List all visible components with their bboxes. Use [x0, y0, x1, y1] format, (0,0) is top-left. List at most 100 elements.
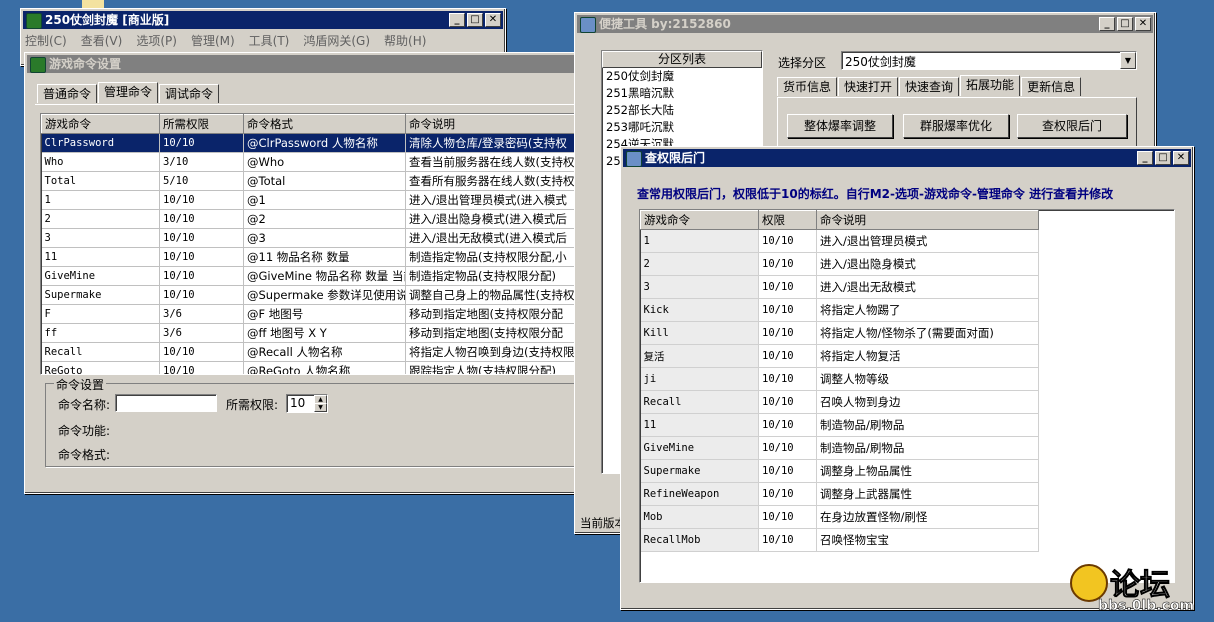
list-item[interactable]: 253哪吒沉默 — [606, 119, 762, 136]
table-row[interactable]: GiveMine 10/10 制造物品/刷物品 — [640, 436, 1039, 460]
table-row[interactable]: Kill 10/10 将指定人物/怪物杀了(需要面对面) — [640, 321, 1039, 345]
table-row[interactable]: 3 10/10 进入/退出无敌模式 — [640, 275, 1039, 299]
table-row[interactable]: ClrPassword 10/10 @ClrPassword 人物名称 清除人物仓库/… — [41, 133, 581, 153]
maximize-button[interactable]: □ — [467, 13, 483, 27]
table-cell: 10/10 — [758, 298, 817, 322]
menu-item[interactable]: 选项(P) — [136, 31, 177, 51]
table-cell: Total — [41, 171, 160, 191]
table-cell: Supermake — [640, 459, 759, 483]
menu-item[interactable]: 控制(C) — [25, 31, 67, 51]
table-row[interactable]: 2 10/10 进入/退出隐身模式 — [640, 252, 1039, 276]
table-cell: 进入/退出隐身模式 — [816, 252, 1039, 276]
chevron-down-icon[interactable]: ▼ — [1120, 52, 1136, 69]
list-item[interactable]: 250仗剑封魔 — [606, 68, 762, 85]
minimize-button[interactable]: _ — [449, 13, 465, 27]
table-row[interactable]: Kick 10/10 将指定人物踢了 — [640, 298, 1039, 322]
perm-minimize-button[interactable]: _ — [1137, 151, 1153, 165]
command-name-input[interactable] — [115, 394, 217, 412]
table-row[interactable]: 1 10/10 @1 进入/退出管理员模式(进入模式 — [41, 190, 581, 210]
tab-tool[interactable]: 快速查询 — [899, 77, 960, 96]
table-row[interactable]: ReGoto 10/10 @ReGoto 人物名称 跟踪指定人物(支持权限分配) — [41, 361, 581, 374]
perm-maximize-button[interactable]: □ — [1155, 151, 1171, 165]
column-header[interactable]: 游戏命令 — [640, 210, 759, 230]
partition-select[interactable]: 250仗剑封魔 ▼ — [841, 51, 1137, 70]
tool-close-button[interactable]: ✕ — [1135, 17, 1151, 31]
table-cell: 10/10 — [758, 275, 817, 299]
table-cell: Mob — [640, 505, 759, 529]
table-row[interactable]: 3 10/10 @3 进入/退出无敌模式(进入模式后 — [41, 228, 581, 248]
table-cell: 11 — [41, 247, 160, 267]
column-header[interactable]: 所需权限 — [159, 114, 244, 134]
table-row[interactable]: ji 10/10 调整人物等级 — [640, 367, 1039, 391]
permission-backdoor-window: 查权限后门 _ □ ✕ 查常用权限后门，权限低于10的标红。自行M2-选项-游戏… — [620, 146, 1194, 610]
table-cell: 10/10 — [758, 367, 817, 391]
table-row[interactable]: Supermake 10/10 @Supermake 参数详见使用说明 调整自己身上的… — [41, 285, 581, 305]
menu-item[interactable]: 鸿盾网关(G) — [303, 31, 370, 51]
table-row[interactable]: GiveMine 10/10 @GiveMine 物品名称 数量 当前 制造指定物品(… — [41, 266, 581, 286]
table-cell: 10/10 — [758, 390, 817, 414]
tab-command[interactable]: 管理命令 — [98, 82, 159, 103]
logo-badge-icon — [1070, 564, 1108, 602]
tool-window-titlebar[interactable]: 便捷工具 by:2152860 _ □ ✕ — [577, 15, 1153, 33]
table-cell: 3 — [640, 275, 759, 299]
table-cell: 10/10 — [159, 361, 244, 374]
menu-item[interactable]: 帮助(H) — [384, 31, 426, 51]
tool-maximize-button[interactable]: □ — [1117, 17, 1133, 31]
table-row[interactable]: F 3/6 @F 地图号 移动到指定地图(支持权限分配 — [41, 304, 581, 324]
tab-tool[interactable]: 拓展功能 — [960, 75, 1021, 96]
list-item[interactable]: 252部长大陆 — [606, 102, 762, 119]
menu-item[interactable]: 查看(V) — [81, 31, 123, 51]
check-permission-backdoor-button[interactable]: 查权限后门 — [1017, 114, 1127, 138]
tab-command[interactable]: 调试命令 — [159, 84, 220, 103]
watermark-logo: 论坛 bbs.0lb.com — [1068, 558, 1208, 618]
table-cell: @ff 地图号 X Y — [243, 323, 406, 343]
table-row[interactable]: 11 10/10 制造物品/刷物品 — [640, 413, 1039, 437]
table-row[interactable]: RecallMob 10/10 召唤怪物宝宝 — [640, 528, 1039, 552]
table-cell: @11 物品名称 数量 — [243, 247, 406, 267]
table-row[interactable]: 11 10/10 @11 物品名称 数量 制造指定物品(支持权限分配,小 — [41, 247, 581, 267]
column-header[interactable]: 游戏命令 — [41, 114, 160, 134]
tab-tool[interactable]: 快速打开 — [838, 77, 899, 96]
spin-down-icon[interactable]: ▼ — [314, 403, 327, 412]
table-row[interactable]: 2 10/10 @2 进入/退出隐身模式(进入模式后 — [41, 209, 581, 229]
column-header[interactable]: 命令说明 — [816, 210, 1039, 230]
table-row[interactable]: ff 3/6 @ff 地图号 X Y 移动到指定地图(支持权限分配 — [41, 323, 581, 343]
column-header[interactable]: 命令格式 — [243, 114, 406, 134]
table-cell: @Who — [243, 152, 406, 172]
main-window-titlebar[interactable]: 250仗剑封魔 [商业版] _ □ ✕ — [23, 11, 503, 29]
partition-list-header[interactable]: 分区列表 — [602, 51, 762, 68]
table-cell: @ReGoto 人物名称 — [243, 361, 406, 374]
table-row[interactable]: Total 5/10 @Total 查看所有服务器在线人数(支持权 — [41, 171, 581, 191]
tab-command[interactable]: 普通命令 — [37, 84, 98, 103]
table-row[interactable]: Supermake 10/10 调整身上物品属性 — [640, 459, 1039, 483]
table-row[interactable]: Recall 10/10 召唤人物到身边 — [640, 390, 1039, 414]
menu-item[interactable]: 工具(T) — [249, 31, 290, 51]
table-row[interactable]: Recall 10/10 @Recall 人物名称 将指定人物召唤到身边(支持权限 — [41, 342, 581, 362]
table-row[interactable]: Mob 10/10 在身边放置怪物/刷怪 — [640, 505, 1039, 529]
multi-server-drop-rate-button[interactable]: 群服爆率优化 — [903, 114, 1009, 138]
tool-icon — [580, 17, 596, 33]
tool-minimize-button[interactable]: _ — [1099, 17, 1115, 31]
list-item[interactable]: 251黑暗沉默 — [606, 85, 762, 102]
table-row[interactable]: 1 10/10 进入/退出管理员模式 — [640, 229, 1039, 253]
column-header[interactable]: 权限 — [758, 210, 817, 230]
command-dialog-titlebar[interactable]: 游戏命令设置 — [27, 55, 583, 73]
table-cell: @Total — [243, 171, 406, 191]
close-button[interactable]: ✕ — [485, 13, 501, 27]
column-header[interactable]: 命令说明 — [405, 114, 581, 134]
table-cell: 10/10 — [159, 228, 244, 248]
table-row[interactable]: RefineWeapon 10/10 调整身上武器属性 — [640, 482, 1039, 506]
menu-item[interactable]: 管理(M) — [191, 31, 235, 51]
permission-window-titlebar[interactable]: 查权限后门 _ □ ✕ — [623, 149, 1191, 167]
table-cell: 将指定人物/怪物杀了(需要面对面) — [816, 321, 1039, 345]
table-cell: 10/10 — [758, 436, 817, 460]
tab-tool[interactable]: 货币信息 — [777, 77, 838, 96]
permission-spinner[interactable]: 10 ▲ ▼ — [286, 394, 328, 413]
perm-close-button[interactable]: ✕ — [1173, 151, 1189, 165]
overall-drop-rate-button[interactable]: 整体爆率调整 — [787, 114, 893, 138]
table-row[interactable]: Who 3/10 @Who 查看当前服务器在线人数(支持权 — [41, 152, 581, 172]
table-cell: 调整自己身上的物品属性(支持权 — [405, 285, 581, 305]
tab-tool[interactable]: 更新信息 — [1021, 77, 1082, 96]
command-table-panel: 游戏命令 所需权限 命令格式 命令说明 ClrPassword 10/10 @ClrPas… — [40, 113, 582, 375]
table-row[interactable]: 复活 10/10 将指定人物复活 — [640, 344, 1039, 368]
